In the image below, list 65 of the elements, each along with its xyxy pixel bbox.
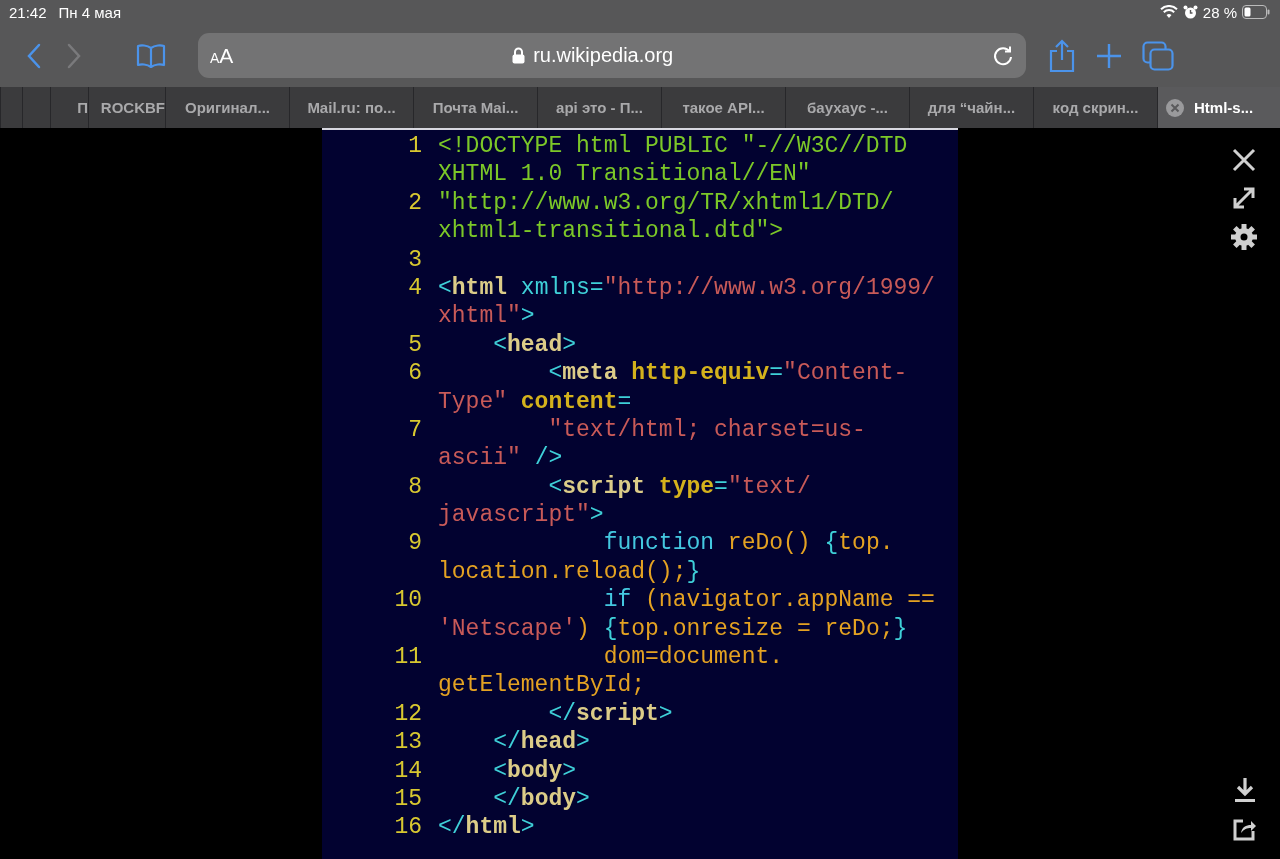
code-line: </body>: [492, 785, 590, 814]
line-number: 10: [394, 587, 422, 614]
chevron-right-icon: [67, 42, 81, 69]
browser-tab[interactable]: ROCKBF: [88, 87, 165, 128]
code-line: getElementById;: [438, 671, 646, 700]
code-line: ascii" />: [438, 444, 563, 473]
bookmarks-book-icon[interactable]: [136, 43, 166, 68]
lock-icon: [512, 47, 526, 64]
browser-tab[interactable]: П: [50, 87, 88, 128]
line-number: 13: [394, 729, 422, 756]
code-line: <body>: [492, 756, 577, 785]
close-icon[interactable]: [1232, 148, 1256, 172]
line-number: 15: [394, 786, 422, 812]
code-line: XHTML 1.0 Transitional//EN": [438, 160, 811, 189]
code-line: dom=document.: [602, 643, 784, 672]
battery-icon: [1242, 5, 1270, 19]
line-number: 4: [408, 274, 422, 301]
status-date: Пн 4 мая: [58, 3, 122, 21]
code-line: javascript">: [438, 501, 604, 530]
line-number: 8: [408, 473, 422, 500]
code-line: Type" content=: [438, 387, 632, 416]
code-line: </html>: [438, 813, 535, 842]
code-line: "http://www.w3.org/TR/xhtml1/DTD/: [438, 188, 894, 218]
new-tab-plus-icon[interactable]: [1096, 42, 1122, 69]
download-icon[interactable]: [1234, 777, 1256, 803]
line-number: 14: [394, 757, 422, 784]
line-number: 16: [394, 814, 422, 841]
line-number: 2: [408, 189, 422, 216]
wifi-icon: [1159, 5, 1178, 19]
code-line: 'Netscape') {top.onresize = reDo;}: [438, 614, 908, 644]
battery-percent: 28 %: [1202, 3, 1237, 21]
expand-icon[interactable]: [1232, 186, 1256, 210]
text-size-button[interactable]: AA: [210, 43, 234, 68]
code-line: <head>: [492, 330, 577, 360]
code-line: <!DOCTYPE html PUBLIC "-//W3C//DTD: [438, 132, 908, 161]
status-time: 21:42: [9, 3, 47, 21]
browser-tab[interactable]: Html-s...: [1157, 87, 1280, 128]
reload-icon[interactable]: [992, 44, 1014, 67]
line-number: 12: [394, 700, 422, 727]
code-line: location.reload();}: [438, 557, 701, 587]
line-number: 3: [408, 246, 422, 273]
url-text: ru.wikipedia.org: [533, 44, 674, 67]
code-line: <html xmlns="http://www.w3.org/1999/: [438, 273, 935, 303]
tabs-overview-icon[interactable]: [1142, 40, 1174, 71]
line-number: 1: [408, 133, 422, 159]
code-line: </head>: [492, 728, 590, 757]
line-number: 7: [408, 416, 422, 443]
code-line: </script>: [547, 699, 673, 729]
code-line: <meta http-equiv="Content-: [547, 359, 908, 388]
line-number: 6: [408, 360, 422, 387]
code-line: if (navigator.appName ==: [602, 586, 935, 615]
code-line: xhtml">: [438, 302, 535, 331]
alarm-clock-icon: [1182, 4, 1198, 20]
code-line: "text/html; charset=us-: [547, 415, 866, 445]
settings-icon[interactable]: [1231, 224, 1257, 250]
share-icon[interactable]: [1233, 817, 1257, 841]
line-number: 11: [394, 644, 422, 671]
line-number: 9: [408, 530, 422, 557]
code-line: function reDo() {top.: [602, 529, 894, 558]
line-number: 5: [408, 331, 422, 358]
code-line: <script type="text/: [547, 472, 811, 502]
code-line: xhtml1-transitional.dtd">: [438, 217, 784, 246]
chevron-left-icon: [27, 42, 41, 69]
address-bar[interactable]: AA ru.wikipedia.org: [198, 33, 1026, 78]
browser-tab[interactable]: Оригинал...: [165, 87, 289, 128]
